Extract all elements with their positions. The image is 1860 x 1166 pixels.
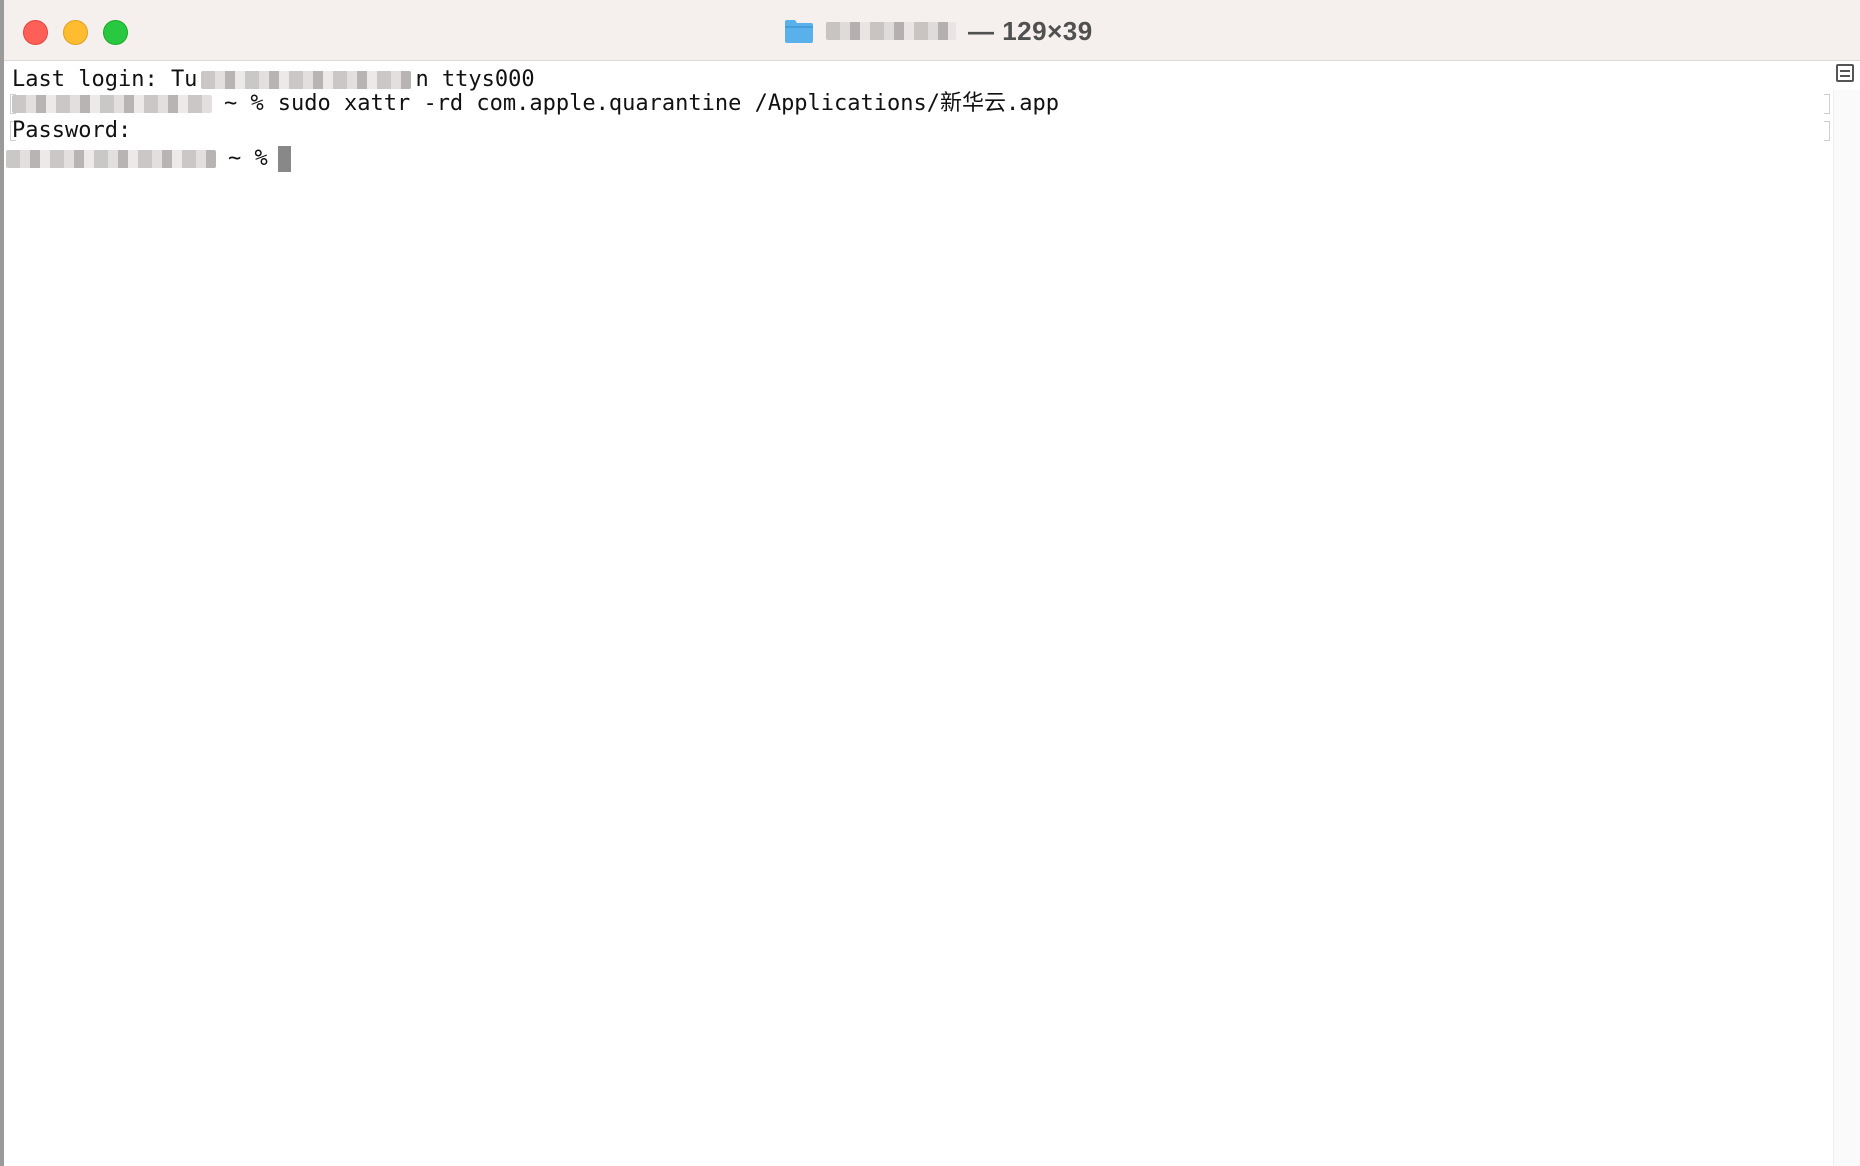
minimize-button[interactable]: [63, 20, 88, 45]
window-title: — 129×39: [784, 14, 1093, 48]
terminal-output[interactable]: Last login: Tu n ttys000 ~ % sudo xattr …: [6, 62, 1830, 1166]
redacted-user-host: [6, 150, 216, 168]
window-size-label: — 129×39: [968, 15, 1093, 46]
text-cursor: [277, 146, 291, 172]
prompt: ~ %: [224, 91, 264, 116]
line-marker-right: [1824, 121, 1830, 141]
title-bar[interactable]: — 129×39: [4, 0, 1860, 61]
terminal-line-current-prompt: ~ %: [6, 145, 291, 173]
redacted-login-info: [201, 71, 412, 89]
redacted-title: [826, 22, 956, 40]
terminal-line-password: Password:: [12, 117, 131, 145]
split-pane-icon[interactable]: [1836, 64, 1854, 82]
redacted-user-host: [12, 95, 212, 113]
zoom-button[interactable]: [103, 20, 128, 45]
prompt: ~ %: [228, 146, 268, 171]
scrollbar-track[interactable]: [1833, 90, 1860, 1166]
command-text: sudo xattr -rd com.apple.quarantine /App…: [277, 91, 1059, 116]
folder-icon: [784, 18, 814, 44]
line-marker-right: [1824, 94, 1830, 114]
close-button[interactable]: [23, 20, 48, 45]
terminal-window: — 129×39 Last login: Tu n ttys000 ~ % su…: [0, 0, 1860, 1166]
terminal-line-command: ~ % sudo xattr -rd com.apple.quarantine …: [12, 90, 1059, 118]
password-prompt: Password:: [12, 118, 132, 143]
